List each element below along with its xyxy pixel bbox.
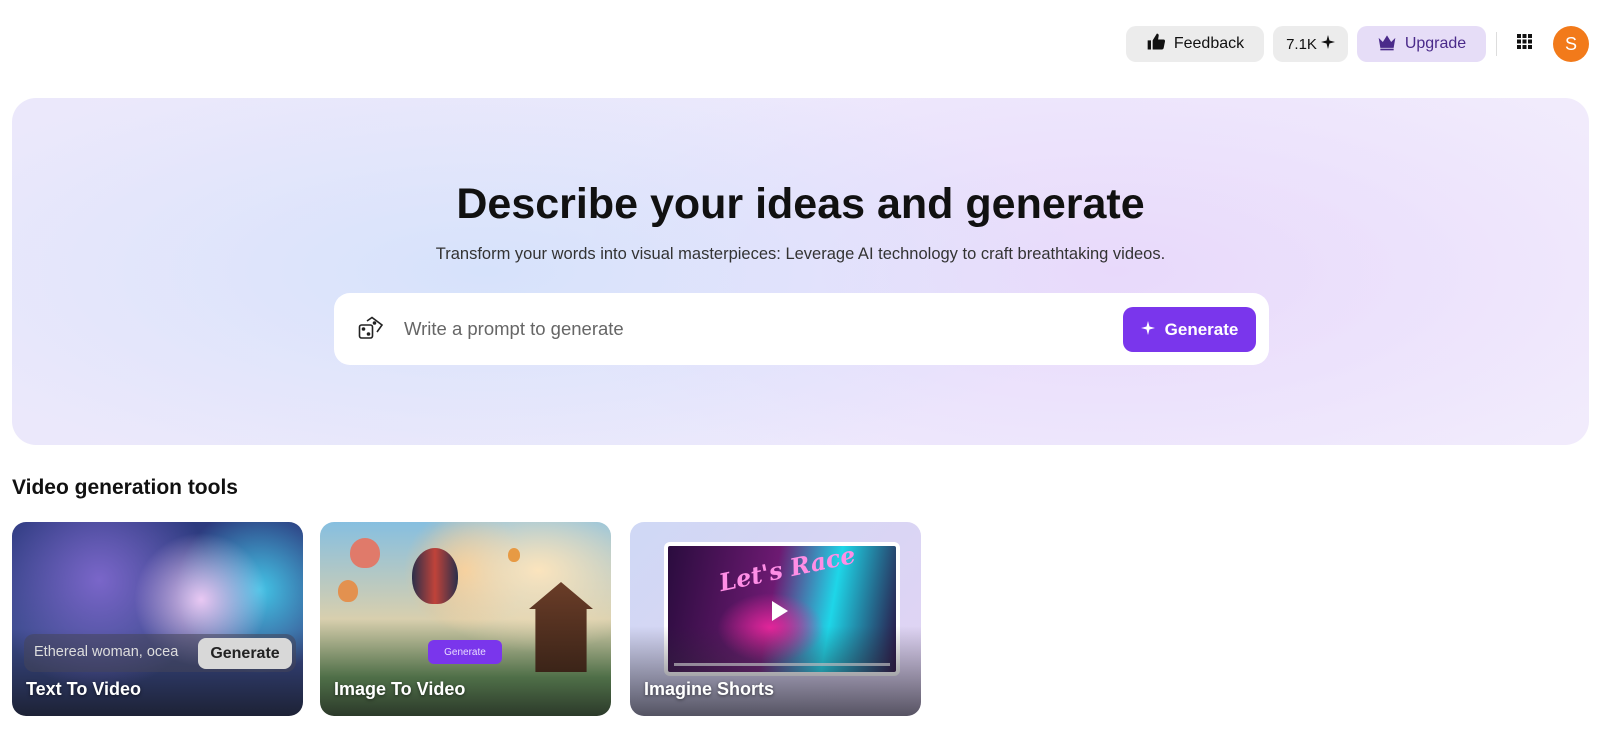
video-overlay-text: Let's Race bbox=[716, 539, 858, 598]
avatar[interactable]: S bbox=[1553, 26, 1589, 62]
top-bar: Feedback 7.1K Upgrade S bbox=[0, 26, 1597, 62]
card-shade bbox=[630, 626, 921, 716]
credits-count: 7.1K bbox=[1286, 35, 1317, 53]
prompt-box: Generate bbox=[334, 293, 1269, 365]
balloon-illustration bbox=[338, 580, 358, 602]
feedback-button[interactable]: Feedback bbox=[1126, 26, 1264, 62]
play-icon bbox=[772, 601, 788, 621]
card-prompt-preview: Ethereal woman, ocea Generate bbox=[24, 634, 296, 672]
hero-banner: Describe your ideas and generate Transfo… bbox=[12, 98, 1589, 445]
sparkle-icon bbox=[1140, 320, 1155, 340]
upgrade-label: Upgrade bbox=[1404, 35, 1467, 52]
card-generate-button: Generate bbox=[198, 638, 292, 669]
sparkle-icon bbox=[1320, 35, 1335, 53]
tool-card-image-to-video[interactable]: Generate Image To Video bbox=[320, 522, 611, 716]
section-title: Video generation tools bbox=[12, 476, 238, 499]
upgrade-button[interactable]: Upgrade bbox=[1357, 26, 1486, 62]
balloon-illustration bbox=[508, 548, 520, 562]
thumbs-up-icon bbox=[1146, 32, 1166, 57]
avatar-initial: S bbox=[1564, 33, 1577, 54]
card-label: Text To Video bbox=[26, 679, 142, 699]
page-title: Describe your ideas and generate bbox=[456, 180, 1145, 228]
tool-card-imagine-shorts[interactable]: Let's Race Imagine Shorts bbox=[630, 522, 921, 716]
apps-grid-button[interactable] bbox=[1510, 26, 1538, 62]
dice-icon[interactable] bbox=[358, 316, 384, 342]
card-label: Imagine Shorts bbox=[644, 679, 775, 699]
prompt-input[interactable] bbox=[404, 311, 1084, 347]
card-prompt-text: Ethereal woman, ocea bbox=[34, 644, 179, 660]
grid-icon bbox=[1516, 34, 1532, 54]
feedback-label: Feedback bbox=[1173, 35, 1245, 52]
generate-button[interactable]: Generate bbox=[1123, 307, 1256, 352]
house-illustration bbox=[529, 582, 593, 672]
card-label: Image To Video bbox=[334, 679, 466, 699]
tool-card-text-to-video[interactable]: Ethereal woman, ocea Generate Text To Vi… bbox=[12, 522, 303, 716]
card-generate-button: Generate bbox=[428, 640, 502, 664]
crown-icon bbox=[1377, 33, 1397, 56]
balloon-illustration bbox=[412, 548, 458, 604]
header-divider bbox=[1496, 32, 1497, 56]
balloon-illustration bbox=[350, 538, 380, 568]
credits-badge[interactable]: 7.1K bbox=[1273, 26, 1348, 62]
page-subtitle: Transform your words into visual masterp… bbox=[435, 245, 1166, 263]
generate-label: Generate bbox=[1164, 319, 1239, 339]
